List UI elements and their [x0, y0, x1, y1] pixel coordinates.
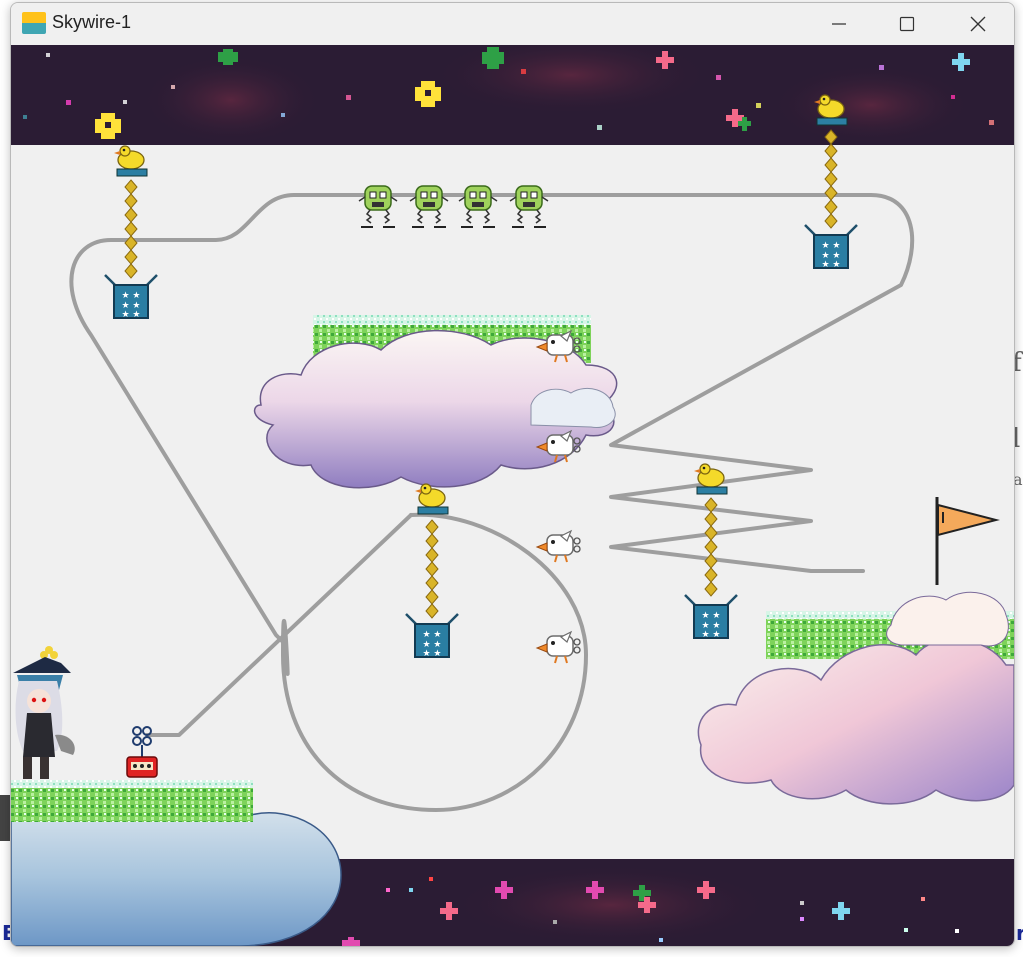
- close-button[interactable]: [955, 3, 1001, 45]
- space-band-top: [11, 45, 1014, 145]
- minimize-button[interactable]: [816, 3, 862, 45]
- close-icon: [970, 16, 986, 32]
- title-bar[interactable]: Skywire-1: [11, 3, 1014, 45]
- minimize-icon: [832, 23, 846, 25]
- maximize-button[interactable]: [884, 3, 930, 45]
- game-window: Skywire-1: [10, 2, 1015, 947]
- maximize-icon: [899, 16, 915, 32]
- window-title: Skywire-1: [52, 12, 132, 32]
- background-text-r: r: [1016, 921, 1023, 945]
- skywire-app-icon: [22, 12, 46, 34]
- game-canvas[interactable]: ★ ★ ★ ★ ★ ★: [11, 45, 1014, 946]
